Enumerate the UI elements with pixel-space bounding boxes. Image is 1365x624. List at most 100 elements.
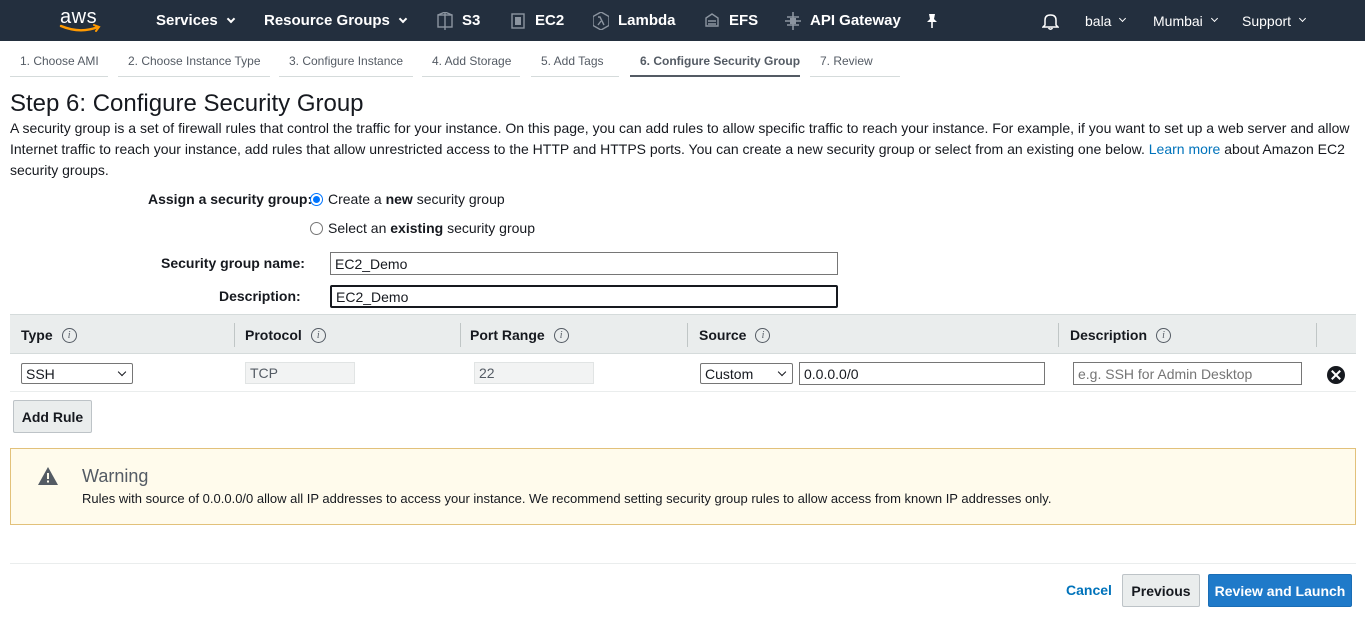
wizard-step-configure-security-group[interactable]: 6. Configure Security Group — [630, 47, 800, 77]
remove-rule-icon[interactable] — [1327, 366, 1345, 384]
warning-alert: Warning Rules with source of 0.0.0.0/0 a… — [10, 448, 1356, 525]
column-header-label: Protocol — [245, 327, 302, 343]
warning-text: Rules with source of 0.0.0.0/0 allow all… — [82, 491, 1052, 506]
column-divider — [1316, 323, 1317, 347]
info-icon[interactable]: i — [553, 327, 569, 343]
services-label: Services — [156, 12, 218, 29]
warning-title: Warning — [82, 466, 149, 486]
shortcut-efs-label: EFS — [729, 12, 759, 29]
radio-button-checked[interactable] — [310, 192, 323, 206]
description-input[interactable] — [330, 285, 838, 308]
support-label: Support — [1242, 12, 1292, 29]
column-header-description: Description i — [1070, 315, 1172, 355]
ec2-icon — [511, 12, 525, 29]
learn-more-link[interactable]: Learn more — [1149, 141, 1221, 157]
column-header-label: Description — [1070, 327, 1148, 343]
info-icon[interactable]: i — [755, 327, 771, 343]
services-menu[interactable]: Services — [156, 0, 235, 41]
radio-create-bold: new — [385, 191, 413, 207]
wizard-step-label: 1. Choose AMI — [20, 54, 99, 68]
wizard-step-add-tags[interactable]: 5. Add Tags — [531, 47, 619, 77]
rule-protocol-field: TCP — [245, 362, 355, 384]
previous-button[interactable]: Previous — [1122, 574, 1200, 607]
chevron-down-icon — [1299, 14, 1307, 23]
wizard-step-configure-instance[interactable]: 3. Configure Instance — [279, 47, 413, 77]
aws-logo[interactable]: aws — [58, 6, 104, 36]
wizard-step-label: 6. Configure Security Group — [640, 54, 801, 68]
pin-shortcuts-button[interactable] — [925, 0, 939, 41]
column-header-label: Source — [699, 327, 747, 343]
page-title: Step 6: Configure Security Group — [10, 90, 364, 117]
chevron-down-icon — [777, 367, 787, 376]
wizard-step-choose-instance-type[interactable]: 2. Choose Instance Type — [118, 47, 270, 77]
radio-select-existing-group[interactable]: Select an existing security group — [310, 220, 535, 236]
security-group-name-input[interactable] — [330, 252, 838, 275]
info-icon[interactable]: i — [310, 327, 326, 343]
radio-create-pre: Create a — [328, 191, 382, 207]
shortcut-api-gateway[interactable]: API Gateway — [785, 0, 901, 41]
radio-existing-post: security group — [447, 220, 535, 236]
rule-source-cidr-input[interactable] — [799, 362, 1045, 385]
security-group-name-label: Security group name: — [161, 255, 305, 271]
s3-icon — [437, 11, 453, 30]
wizard-step-label: 4. Add Storage — [432, 54, 512, 68]
column-divider — [460, 323, 461, 347]
shortcut-efs[interactable]: EFS — [704, 0, 758, 41]
shortcut-api-gateway-label: API Gateway — [810, 12, 901, 29]
add-rule-button[interactable]: Add Rule — [13, 400, 92, 433]
rule-type-select[interactable]: SSH — [21, 363, 133, 384]
radio-create-new-group[interactable]: Create a new security group — [310, 191, 505, 207]
chevron-down-icon — [117, 367, 127, 376]
wizard-step-choose-ami[interactable]: 1. Choose AMI — [10, 47, 108, 77]
page-intro: A security group is a set of firewall ru… — [10, 118, 1355, 181]
shortcut-ec2[interactable]: EC2 — [510, 0, 564, 41]
resource-groups-menu[interactable]: Resource Groups — [264, 0, 408, 41]
review-and-launch-button[interactable]: Review and Launch — [1208, 574, 1352, 607]
warning-icon — [38, 467, 58, 485]
shortcut-ec2-label: EC2 — [535, 12, 565, 29]
region-name: Mumbai — [1153, 12, 1203, 29]
resource-groups-label: Resource Groups — [264, 12, 390, 29]
cancel-link[interactable]: Cancel — [1066, 582, 1112, 598]
rule-source-type-value: Custom — [705, 365, 754, 382]
column-header-protocol: Protocol i — [245, 315, 326, 355]
column-divider — [687, 323, 688, 347]
top-navigation: aws Services Resource Groups S3 EC2 Lamb… — [0, 0, 1365, 41]
column-divider — [234, 323, 235, 347]
shortcut-lambda[interactable]: Lambda — [593, 0, 676, 41]
support-menu[interactable]: Support — [1242, 0, 1307, 41]
wizard-step-review[interactable]: 7. Review — [810, 47, 900, 77]
rule-port-range-field: 22 — [474, 362, 594, 384]
shortcut-lambda-label: Lambda — [618, 12, 676, 29]
column-header-label: Type — [21, 327, 53, 343]
rule-source-type-select[interactable]: Custom — [700, 363, 793, 384]
api-gateway-icon — [785, 11, 801, 30]
region-menu[interactable]: Mumbai — [1153, 0, 1218, 41]
description-label: Description: — [219, 288, 301, 304]
wizard-step-add-storage[interactable]: 4. Add Storage — [422, 47, 520, 77]
rule-type-value: SSH — [26, 365, 55, 382]
user-name: bala — [1085, 12, 1112, 29]
chevron-down-icon — [1210, 14, 1218, 23]
chevron-down-icon — [226, 14, 235, 23]
column-header-type: Type i — [21, 315, 77, 355]
info-icon[interactable]: i — [61, 327, 77, 343]
radio-existing-bold: existing — [390, 220, 444, 236]
column-header-port-range: Port Range i — [470, 315, 569, 355]
column-header-source: Source i — [699, 315, 771, 355]
pin-icon — [927, 13, 937, 28]
notifications-button[interactable] — [1042, 0, 1059, 41]
radio-button-unchecked[interactable] — [310, 221, 323, 235]
rule-description-input[interactable] — [1073, 362, 1302, 385]
radio-existing-pre: Select an — [328, 220, 387, 236]
wizard-step-label: 7. Review — [820, 54, 873, 68]
aws-smile-icon — [59, 24, 101, 32]
shortcut-s3[interactable]: S3 — [437, 0, 480, 41]
footer-divider — [10, 563, 1356, 564]
column-header-label: Port Range — [470, 327, 545, 343]
user-menu[interactable]: bala — [1085, 0, 1127, 41]
column-divider — [1058, 323, 1059, 347]
shortcut-s3-label: S3 — [462, 12, 481, 29]
info-icon[interactable]: i — [1156, 327, 1172, 343]
wizard-step-label: 5. Add Tags — [541, 54, 604, 68]
